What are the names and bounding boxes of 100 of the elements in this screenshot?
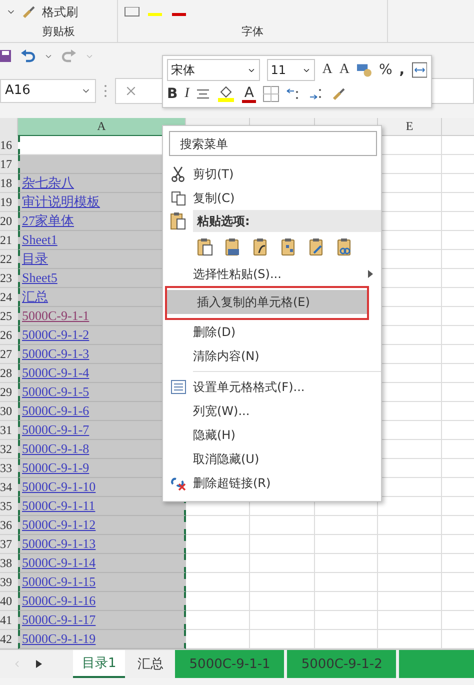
row-number[interactable]: 38 <box>0 554 18 573</box>
row-number[interactable]: 42 <box>0 630 18 649</box>
row-number[interactable]: 21 <box>0 231 18 250</box>
hyperlink[interactable]: 5000C-9-1-14 <box>22 555 96 571</box>
next-sheet-icon[interactable] <box>36 660 42 668</box>
row-number[interactable]: 30 <box>0 402 18 421</box>
grow-font-button[interactable]: A <box>322 63 332 77</box>
paste-option-icon[interactable] <box>281 238 297 256</box>
menu-item[interactable]: 删除(D) <box>163 320 381 344</box>
menu-item[interactable]: 删除超链接(R) <box>163 471 381 495</box>
row-number[interactable]: 18 <box>0 174 18 193</box>
row-number[interactable]: 28 <box>0 364 18 383</box>
hyperlink[interactable]: 5000C-9-1-5 <box>22 384 90 400</box>
row-number[interactable]: 31 <box>0 421 18 440</box>
menu-item[interactable]: 清除内容(N) <box>163 344 381 368</box>
row-number[interactable]: 24 <box>0 288 18 307</box>
font-select[interactable]: 宋体 <box>167 59 260 81</box>
hyperlink[interactable]: 目录 <box>22 250 48 268</box>
paste-option-icon[interactable] <box>197 238 213 256</box>
italic-button[interactable]: I <box>184 87 190 101</box>
hyperlink[interactable]: 5000C-9-1-3 <box>22 346 90 362</box>
menu-item[interactable]: 剪切(T) <box>163 162 381 186</box>
percent-button[interactable]: % <box>378 63 392 77</box>
sheet-tab[interactable]: 5000C-9-1-2 <box>287 650 396 678</box>
row-number[interactable]: 23 <box>0 269 18 288</box>
row-number[interactable]: 16 <box>0 136 18 155</box>
paste-option-icon[interactable] <box>337 238 353 256</box>
bold-button[interactable]: B <box>167 87 178 101</box>
hyperlink[interactable]: 5000C-9-1-9 <box>22 460 90 476</box>
row-number[interactable]: 33 <box>0 459 18 478</box>
hyperlink[interactable]: 5000C-9-1-6 <box>22 403 90 419</box>
size-select[interactable]: 11 <box>266 59 316 81</box>
paste-option-icon[interactable] <box>253 238 269 256</box>
row-number[interactable]: 34 <box>0 478 18 497</box>
fill-color-icon[interactable] <box>217 86 236 102</box>
hyperlink[interactable]: 5000C-9-1-4 <box>22 365 90 381</box>
brush-icon[interactable] <box>332 87 346 101</box>
hyperlink[interactable]: Sheet1 <box>22 232 58 248</box>
row-number[interactable]: 40 <box>0 592 18 611</box>
search-field[interactable]: 搜索菜单 <box>169 131 377 156</box>
menu-item[interactable]: 列宽(W)... <box>163 399 381 423</box>
hyperlink[interactable]: 5000C-9-1-2 <box>22 327 90 343</box>
hyperlink[interactable]: 5000C-9-1-17 <box>22 612 96 628</box>
hyperlink[interactable]: 5000C-9-1-8 <box>22 441 90 457</box>
menu-item[interactable]: 复制(C) <box>163 186 381 210</box>
column-header[interactable]: E <box>378 118 442 136</box>
hyperlink[interactable]: 5000C-9-1-13 <box>22 536 96 552</box>
row-number[interactable]: 35 <box>0 497 18 516</box>
row-number[interactable]: 20 <box>0 212 18 231</box>
undo-icon[interactable] <box>20 49 36 63</box>
currency-icon[interactable] <box>356 63 372 77</box>
borders-icon[interactable] <box>262 86 279 102</box>
hyperlink[interactable]: 5000C-9-1-1 <box>22 308 90 324</box>
menu-item[interactable]: 取消隐藏(U) <box>163 447 381 471</box>
menu-item[interactable]: 选择性粘贴(S)... <box>163 262 381 286</box>
align-center-icon[interactable] <box>196 88 210 100</box>
row-number[interactable]: 37 <box>0 535 18 554</box>
menu-item[interactable]: 设置单元格格式(F)... <box>163 375 381 399</box>
sheet-tab[interactable]: 汇总 <box>128 650 172 678</box>
hyperlink[interactable]: 审计说明模板 <box>22 193 100 211</box>
table-cell <box>315 516 378 535</box>
sheet-tab[interactable]: 5000C-9-1-1 <box>175 650 284 678</box>
name-box[interactable]: A16 <box>0 78 96 102</box>
hyperlink[interactable]: 5000C-9-1-10 <box>22 479 96 495</box>
hyperlink[interactable]: 27家单体 <box>22 212 74 230</box>
hyperlink[interactable]: 5000C-9-1-12 <box>22 517 96 533</box>
hyperlink[interactable]: 5000C-9-1-19 <box>22 631 96 647</box>
paste-option-icon[interactable] <box>225 238 241 256</box>
hyperlink[interactable]: 汇总 <box>22 288 48 306</box>
brush-icon[interactable] <box>22 5 36 19</box>
hyperlink[interactable]: 杂七杂八 <box>22 174 74 192</box>
row-number[interactable]: 27 <box>0 345 18 364</box>
save-icon[interactable] <box>0 49 12 63</box>
row-number[interactable]: 39 <box>0 573 18 592</box>
row-number[interactable]: 22 <box>0 250 18 269</box>
row-number[interactable]: 19 <box>0 193 18 212</box>
hyperlink[interactable]: 5000C-9-1-11 <box>22 498 96 514</box>
row-number[interactable]: 41 <box>0 611 18 630</box>
table-cell <box>378 611 442 630</box>
shrink-font-button[interactable]: A <box>339 63 350 77</box>
menu-item[interactable]: 插入复制的单元格(E) <box>167 290 367 314</box>
wrap-icon[interactable] <box>412 62 427 78</box>
row-number[interactable]: 29 <box>0 383 18 402</box>
menu-item[interactable]: 隐藏(H) <box>163 423 381 447</box>
sheet-tab[interactable]: 目录1 <box>73 650 126 678</box>
hyperlink[interactable]: 5000C-9-1-15 <box>22 574 96 590</box>
paste-option-icon[interactable] <box>309 238 325 256</box>
hyperlink[interactable]: Sheet5 <box>22 270 58 286</box>
row-number[interactable]: 26 <box>0 326 18 345</box>
format-painter-button[interactable]: 格式刷 <box>42 4 78 20</box>
row-number[interactable]: 17 <box>0 155 18 174</box>
font-color-button[interactable]: A <box>242 86 256 102</box>
row-number[interactable]: 32 <box>0 440 18 459</box>
hyperlink[interactable]: 5000C-9-1-16 <box>22 593 96 609</box>
row-number[interactable]: 25 <box>0 307 18 326</box>
border-icon[interactable] <box>124 7 140 17</box>
comma-button[interactable]: , <box>399 63 405 77</box>
hyperlink[interactable]: 5000C-9-1-7 <box>22 422 90 438</box>
row-number[interactable]: 36 <box>0 516 18 535</box>
column-header[interactable]: A <box>18 118 186 136</box>
